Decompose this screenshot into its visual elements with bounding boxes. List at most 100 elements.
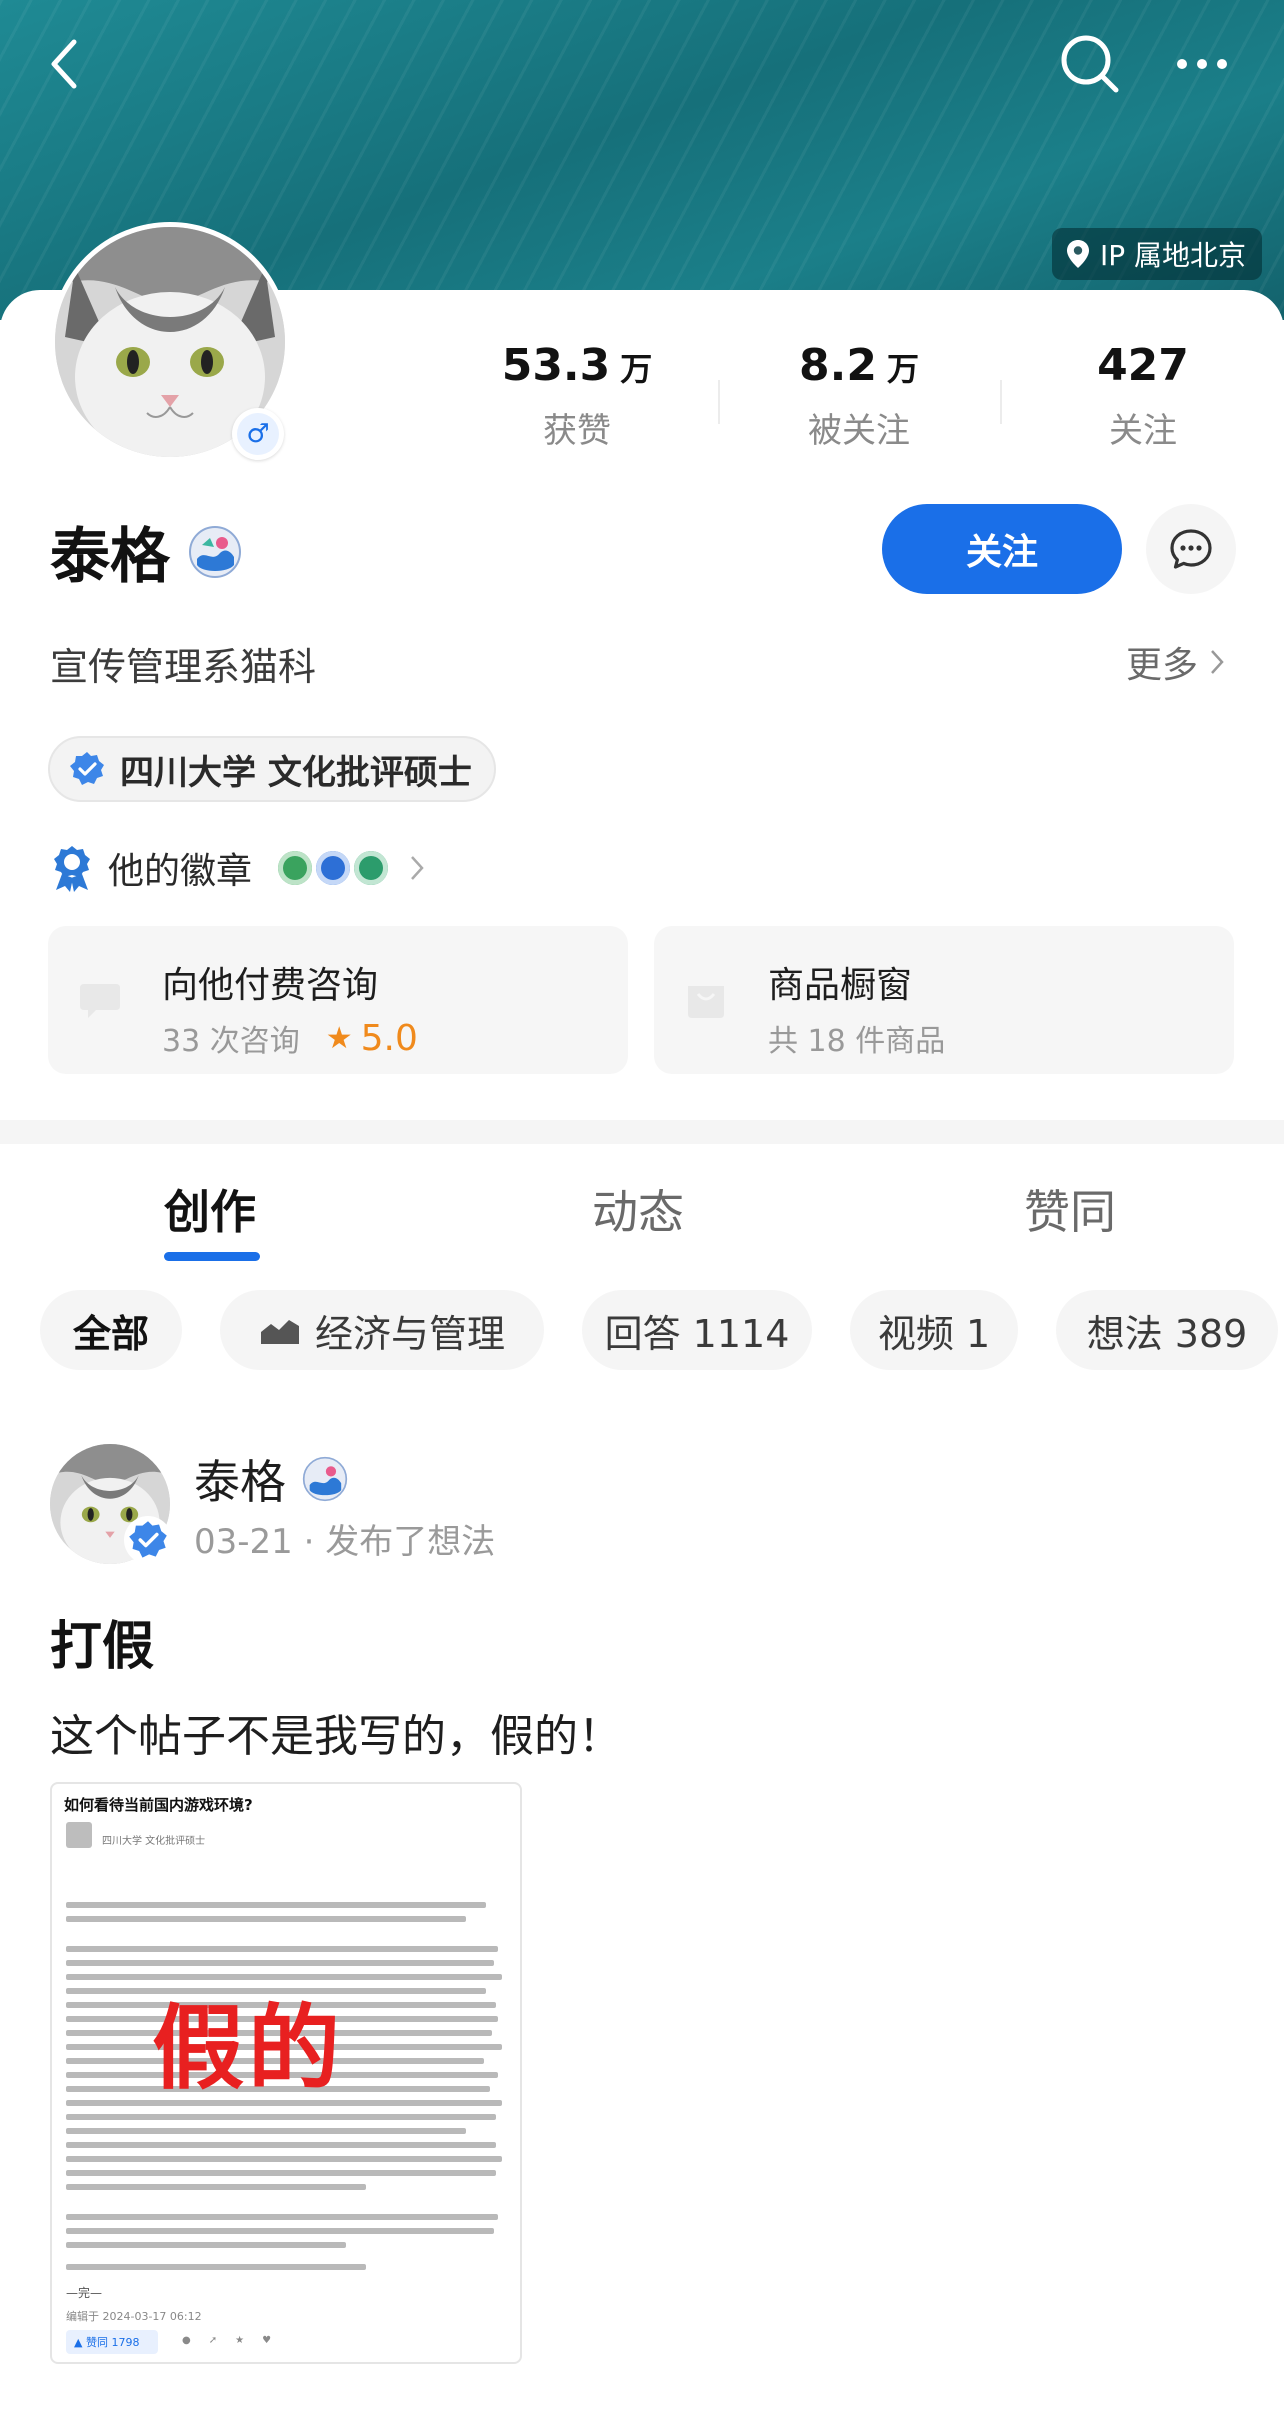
fake-stamp: 假的 bbox=[152, 1995, 345, 2102]
education-tag[interactable]: 四川大学 文化批评硕士 bbox=[48, 736, 496, 802]
post-text[interactable]: 这个帖子不是我写的，假的！ bbox=[50, 1700, 622, 1764]
stat-followers[interactable]: 8.2 万 被关注 bbox=[734, 340, 984, 452]
tab-upvotes[interactable]: 赞同 bbox=[1024, 1176, 1116, 1242]
star-icon: ★ bbox=[325, 1020, 353, 1056]
image-text-line bbox=[66, 2214, 498, 2220]
badge-green-icon bbox=[278, 851, 313, 885]
verified-check-icon bbox=[70, 752, 104, 785]
image-text-line bbox=[66, 2142, 496, 2148]
image-text-line bbox=[66, 2170, 496, 2176]
post-author-name[interactable]: 泰格 bbox=[194, 1446, 286, 1512]
profile-name-row: 泰格 bbox=[50, 508, 242, 595]
consult-icon bbox=[80, 984, 120, 1018]
post-meta: 03-21 · 发布了想法 bbox=[194, 1522, 496, 1562]
follow-button[interactable]: 关注 bbox=[882, 504, 1122, 594]
ip-location-text: IP 属地北京 bbox=[1100, 239, 1247, 272]
more-options-button[interactable] bbox=[1166, 28, 1238, 100]
shop-window-sub: 共 18 件商品 bbox=[768, 1024, 946, 1059]
more-label: 更多 bbox=[1125, 645, 1198, 686]
image-text-line bbox=[66, 1902, 486, 1908]
profile-name: 泰格 bbox=[50, 522, 170, 592]
image-question-title: 如何看待当前国内游戏环境? bbox=[64, 1796, 253, 1814]
chevron-right-icon bbox=[1211, 650, 1224, 674]
image-edit-date: 编辑于 2024-03-17 06:12 bbox=[66, 2310, 202, 2323]
badge-list bbox=[278, 851, 389, 885]
chat-bubble-icon bbox=[1170, 529, 1212, 569]
image-text-line bbox=[66, 2228, 494, 2234]
like-icon: ♥ bbox=[262, 2335, 272, 2346]
image-text-line bbox=[66, 2264, 366, 2270]
profile-bio: 宣传管理系猫科 bbox=[50, 645, 317, 689]
level-badge-icon bbox=[302, 1456, 348, 1502]
more-info-link[interactable]: 更多 bbox=[1126, 636, 1224, 688]
filter-chip-economics[interactable]: 经济与管理 bbox=[220, 1290, 544, 1370]
tab-creations[interactable]: 创作 bbox=[164, 1176, 256, 1242]
badges-row[interactable]: 他的徽章 bbox=[50, 842, 424, 894]
stat-following[interactable]: 427 关注 bbox=[1018, 340, 1268, 452]
filter-chip-videos[interactable]: 视频 1 bbox=[850, 1290, 1018, 1370]
image-author-school: 四川大学 文化批评硕士 bbox=[102, 1836, 206, 1847]
image-text-line bbox=[66, 1916, 466, 1922]
stat-likes[interactable]: 53.3 万 获赞 bbox=[452, 340, 702, 452]
verified-badge bbox=[124, 1516, 172, 1564]
image-text-line bbox=[66, 2114, 496, 2120]
location-pin-icon bbox=[1067, 240, 1089, 268]
favorite-icon: ★ bbox=[235, 2335, 245, 2346]
chart-area-icon bbox=[260, 1320, 299, 1344]
share-icon: ➚ bbox=[208, 2335, 218, 2346]
shop-window-card[interactable]: 商品橱窗 共 18 件商品 bbox=[654, 926, 1234, 1074]
paid-consult-card[interactable]: 向他付费咨询 33 次咨询 ★ 5.0 bbox=[48, 926, 628, 1074]
filter-chip-all[interactable]: 全部 bbox=[40, 1290, 182, 1370]
chevron-left-icon bbox=[51, 39, 77, 89]
male-icon: ♂ bbox=[237, 413, 279, 455]
stat-divider bbox=[718, 380, 720, 424]
consult-rating: 5.0 bbox=[360, 1017, 418, 1059]
search-icon bbox=[1061, 35, 1119, 93]
stat-likes-label: 获赞 bbox=[543, 411, 611, 451]
stat-followers-label: 被关注 bbox=[808, 411, 910, 451]
tab-activity[interactable]: 动态 bbox=[592, 1176, 684, 1242]
paid-consult-sub: 33 次咨询 ★ 5.0 bbox=[162, 1016, 418, 1060]
gender-badge: ♂ bbox=[232, 408, 284, 460]
post-author-row: 泰格 bbox=[194, 1446, 348, 1512]
stat-divider bbox=[1000, 380, 1002, 424]
image-text-line bbox=[66, 1960, 494, 1966]
active-tab-indicator bbox=[164, 1252, 260, 1261]
image-text-line bbox=[66, 1946, 498, 1952]
consult-count: 33 次咨询 bbox=[162, 1024, 300, 1059]
post-title[interactable]: 打假 bbox=[50, 1604, 154, 1679]
image-author-avatar bbox=[66, 1822, 92, 1848]
filter-chip-answers[interactable]: 回答 1114 bbox=[582, 1290, 812, 1370]
stat-followers-number: 8.2 万 bbox=[799, 340, 919, 391]
ip-location-badge: IP 属地北京 bbox=[1052, 228, 1263, 280]
more-dots-icon bbox=[1177, 59, 1227, 69]
stat-following-number: 427 bbox=[1097, 340, 1189, 391]
message-button[interactable] bbox=[1146, 504, 1236, 594]
stat-likes-number: 53.3 万 bbox=[501, 340, 653, 391]
shop-icon bbox=[688, 986, 724, 1018]
shop-window-title: 商品橱窗 bbox=[768, 965, 913, 1006]
search-button[interactable] bbox=[1054, 28, 1126, 100]
image-text-line bbox=[66, 2156, 502, 2162]
image-text-line bbox=[66, 2242, 346, 2248]
paid-consult-title: 向他付费咨询 bbox=[162, 965, 379, 1006]
verified-check-icon bbox=[129, 1521, 167, 1558]
level-badge-icon[interactable] bbox=[188, 525, 242, 579]
badge-blue-icon bbox=[316, 851, 351, 885]
stat-following-label: 关注 bbox=[1109, 411, 1177, 451]
badges-label: 他的徽章 bbox=[108, 851, 253, 892]
filter-chip-thoughts[interactable]: 想法 389 bbox=[1056, 1290, 1278, 1370]
award-ribbon-icon bbox=[54, 846, 90, 892]
image-actions: ● ➚ ★ ♥ bbox=[182, 2335, 271, 2346]
section-divider bbox=[0, 1120, 1284, 1144]
post-image[interactable]: 如何看待当前国内游戏环境? 四川大学 文化批评硕士 假的 —完— 编辑于 202… bbox=[50, 1782, 522, 2364]
comment-icon: ● bbox=[182, 2335, 191, 2346]
image-closing: —完— bbox=[66, 2286, 103, 2300]
image-text-line bbox=[66, 2184, 366, 2190]
image-text-line bbox=[66, 2128, 466, 2134]
education-text: 四川大学 文化批评硕士 bbox=[120, 752, 472, 793]
filter-chip-economics-label: 经济与管理 bbox=[314, 1311, 505, 1356]
badge-teal-icon bbox=[354, 851, 389, 885]
chevron-right-icon bbox=[411, 856, 424, 880]
back-button[interactable] bbox=[28, 28, 100, 100]
